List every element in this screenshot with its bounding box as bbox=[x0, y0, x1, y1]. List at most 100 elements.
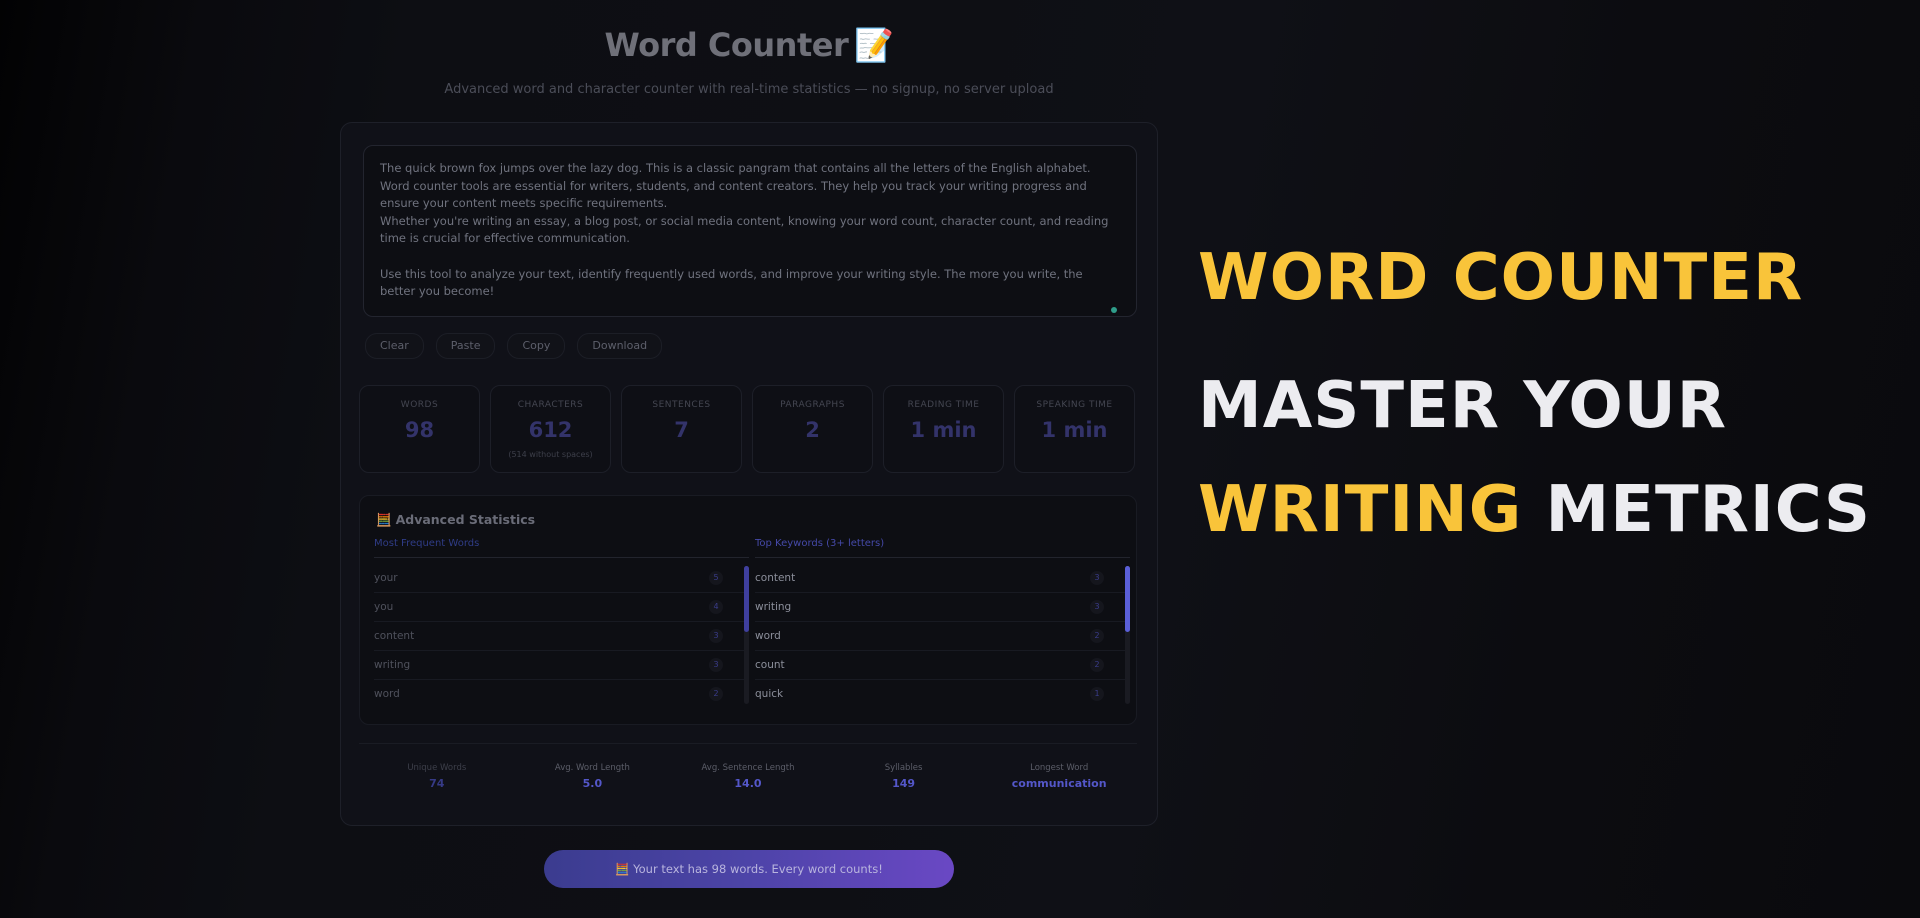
top-keywords-list[interactable]: content 3 writing 3 word 2 count 2 quick 1 bbox=[755, 564, 1130, 708]
word: content bbox=[374, 630, 415, 642]
list-item: count 2 bbox=[755, 651, 1130, 680]
most-frequent-words: Most Frequent Words your 5 you 4 content 3 … bbox=[374, 538, 749, 708]
count-badge: 4 bbox=[709, 600, 723, 614]
word: your bbox=[374, 572, 398, 584]
headline-line-2: MASTER YOUR bbox=[1198, 369, 1727, 443]
stat-label: WORDS bbox=[400, 400, 439, 410]
stat-card-characters: CHARACTERS 612 (514 without spaces) bbox=[490, 385, 611, 473]
scrollbar-thumb[interactable] bbox=[744, 566, 749, 632]
metric-syllables: Syllables 149 bbox=[826, 763, 982, 790]
advanced-statistics-title: 🧮 Advanced Statistics bbox=[376, 512, 535, 528]
word: count bbox=[755, 659, 785, 671]
app-subtitle: Advanced word and character counter with… bbox=[444, 82, 1054, 97]
stat-value: 1 min bbox=[910, 418, 977, 442]
metric-label: Longest Word bbox=[1030, 763, 1089, 773]
word: word bbox=[374, 688, 400, 700]
abacus-icon: 🧮 bbox=[615, 862, 630, 876]
divider bbox=[359, 743, 1137, 744]
metric-unique-words: Unique Words 74 bbox=[359, 763, 515, 790]
list-item: your 5 bbox=[374, 564, 749, 593]
count-badge: 5 bbox=[709, 571, 723, 585]
metric-value: communication bbox=[1011, 777, 1107, 790]
stat-label: SENTENCES bbox=[652, 400, 711, 410]
action-toolbar: Clear Paste Copy Download bbox=[365, 333, 663, 359]
promo-headline: WORD COUNTER MASTER YOUR WRITING METRICS bbox=[1198, 240, 1871, 548]
grammar-status-dot bbox=[1111, 307, 1117, 313]
word: quick bbox=[755, 688, 784, 700]
list-item: writing 3 bbox=[374, 651, 749, 680]
headline-line-3: WRITING METRICS bbox=[1198, 472, 1871, 548]
stat-card-reading-time: READING TIME 1 min bbox=[883, 385, 1004, 473]
stat-card-sentences: SENTENCES 7 bbox=[621, 385, 742, 473]
stats-grid: WORDS 98 CHARACTERS 612 (514 without spa… bbox=[359, 385, 1135, 473]
stat-value: 1 min bbox=[1041, 418, 1108, 442]
stat-value: 98 bbox=[404, 418, 435, 442]
list-item: quick 1 bbox=[755, 680, 1130, 708]
stat-label: PARAGRAPHS bbox=[780, 400, 845, 410]
headline-rest: METRICS bbox=[1522, 473, 1871, 547]
scrollbar[interactable] bbox=[744, 566, 749, 704]
metric-value: 14.0 bbox=[734, 777, 762, 790]
list-item: word 2 bbox=[374, 680, 749, 708]
extra-metrics-row: Unique Words 74 Avg. Word Length 5.0 Avg… bbox=[359, 763, 1137, 790]
stat-value: 7 bbox=[674, 418, 689, 442]
count-badge: 3 bbox=[1090, 600, 1104, 614]
word: writing bbox=[374, 659, 411, 671]
count-badge: 1 bbox=[1090, 687, 1104, 701]
metric-label: Avg. Sentence Length bbox=[701, 763, 795, 773]
stat-card-paragraphs: PARAGRAPHS 2 bbox=[752, 385, 873, 473]
advanced-statistics-label: Advanced Statistics bbox=[395, 512, 536, 527]
word-count-banner: 🧮 Your text has 98 words. Every word cou… bbox=[544, 850, 954, 888]
download-button[interactable]: Download bbox=[577, 333, 663, 359]
stat-value: 612 bbox=[528, 418, 573, 442]
headline-line-1: WORD COUNTER bbox=[1198, 241, 1804, 315]
count-badge: 2 bbox=[1090, 658, 1104, 672]
scrollbar[interactable] bbox=[1125, 566, 1130, 704]
count-badge: 3 bbox=[1090, 571, 1104, 585]
stat-subtext: (514 without spaces) bbox=[508, 450, 593, 459]
scrollbar-thumb[interactable] bbox=[1125, 566, 1130, 632]
advanced-statistics-panel: 🧮 Advanced Statistics Most Frequent Words… bbox=[359, 495, 1137, 725]
list-item: content 3 bbox=[755, 564, 1130, 593]
list-item: you 4 bbox=[374, 593, 749, 622]
metric-longest-word: Longest Word communication bbox=[981, 763, 1137, 790]
count-badge: 2 bbox=[709, 687, 723, 701]
metric-label: Avg. Word Length bbox=[554, 763, 630, 773]
stat-card-words: WORDS 98 bbox=[359, 385, 480, 473]
memo-icon: 📝 bbox=[854, 26, 894, 64]
word: content bbox=[755, 572, 796, 584]
metric-label: Syllables bbox=[884, 763, 923, 773]
paste-button[interactable]: Paste bbox=[435, 333, 496, 359]
app-title: Word Counter 📝 bbox=[340, 26, 1158, 64]
list-item: writing 3 bbox=[755, 593, 1130, 622]
stat-label: CHARACTERS bbox=[517, 400, 584, 410]
clear-button[interactable]: Clear bbox=[365, 333, 424, 359]
stat-value: 2 bbox=[805, 418, 820, 442]
word-counter-app: Word Counter 📝 Advanced word and characte… bbox=[340, 0, 1158, 918]
count-badge: 3 bbox=[709, 629, 723, 643]
top-keywords: Top Keywords (3+ letters) content 3 writi… bbox=[755, 538, 1130, 708]
app-title-text: Word Counter bbox=[604, 26, 849, 64]
metric-avg-sentence-length: Avg. Sentence Length 14.0 bbox=[670, 763, 826, 790]
top-keywords-heading: Top Keywords (3+ letters) bbox=[755, 538, 1130, 558]
text-input-area[interactable]: The quick brown fox jumps over the lazy … bbox=[363, 145, 1137, 317]
stat-label: SPEAKING TIME bbox=[1036, 400, 1113, 410]
headline-highlight: WRITING bbox=[1198, 473, 1523, 547]
main-card: The quick brown fox jumps over the lazy … bbox=[340, 122, 1158, 826]
metric-value: 149 bbox=[892, 777, 916, 790]
most-frequent-words-list[interactable]: your 5 you 4 content 3 writing 3 word 2 bbox=[374, 564, 749, 708]
abacus-icon: 🧮 bbox=[376, 512, 392, 527]
word: writing bbox=[755, 601, 792, 613]
metric-value: 74 bbox=[429, 777, 445, 790]
metric-value: 5.0 bbox=[582, 777, 603, 790]
word: you bbox=[374, 601, 394, 613]
count-badge: 3 bbox=[709, 658, 723, 672]
metric-label: Unique Words bbox=[407, 763, 467, 773]
stat-label: READING TIME bbox=[907, 400, 980, 410]
metric-avg-word-length: Avg. Word Length 5.0 bbox=[515, 763, 671, 790]
list-item: content 3 bbox=[374, 622, 749, 651]
count-badge: 2 bbox=[1090, 629, 1104, 643]
word: word bbox=[755, 630, 781, 642]
copy-button[interactable]: Copy bbox=[507, 333, 566, 359]
most-frequent-words-heading: Most Frequent Words bbox=[374, 538, 749, 558]
